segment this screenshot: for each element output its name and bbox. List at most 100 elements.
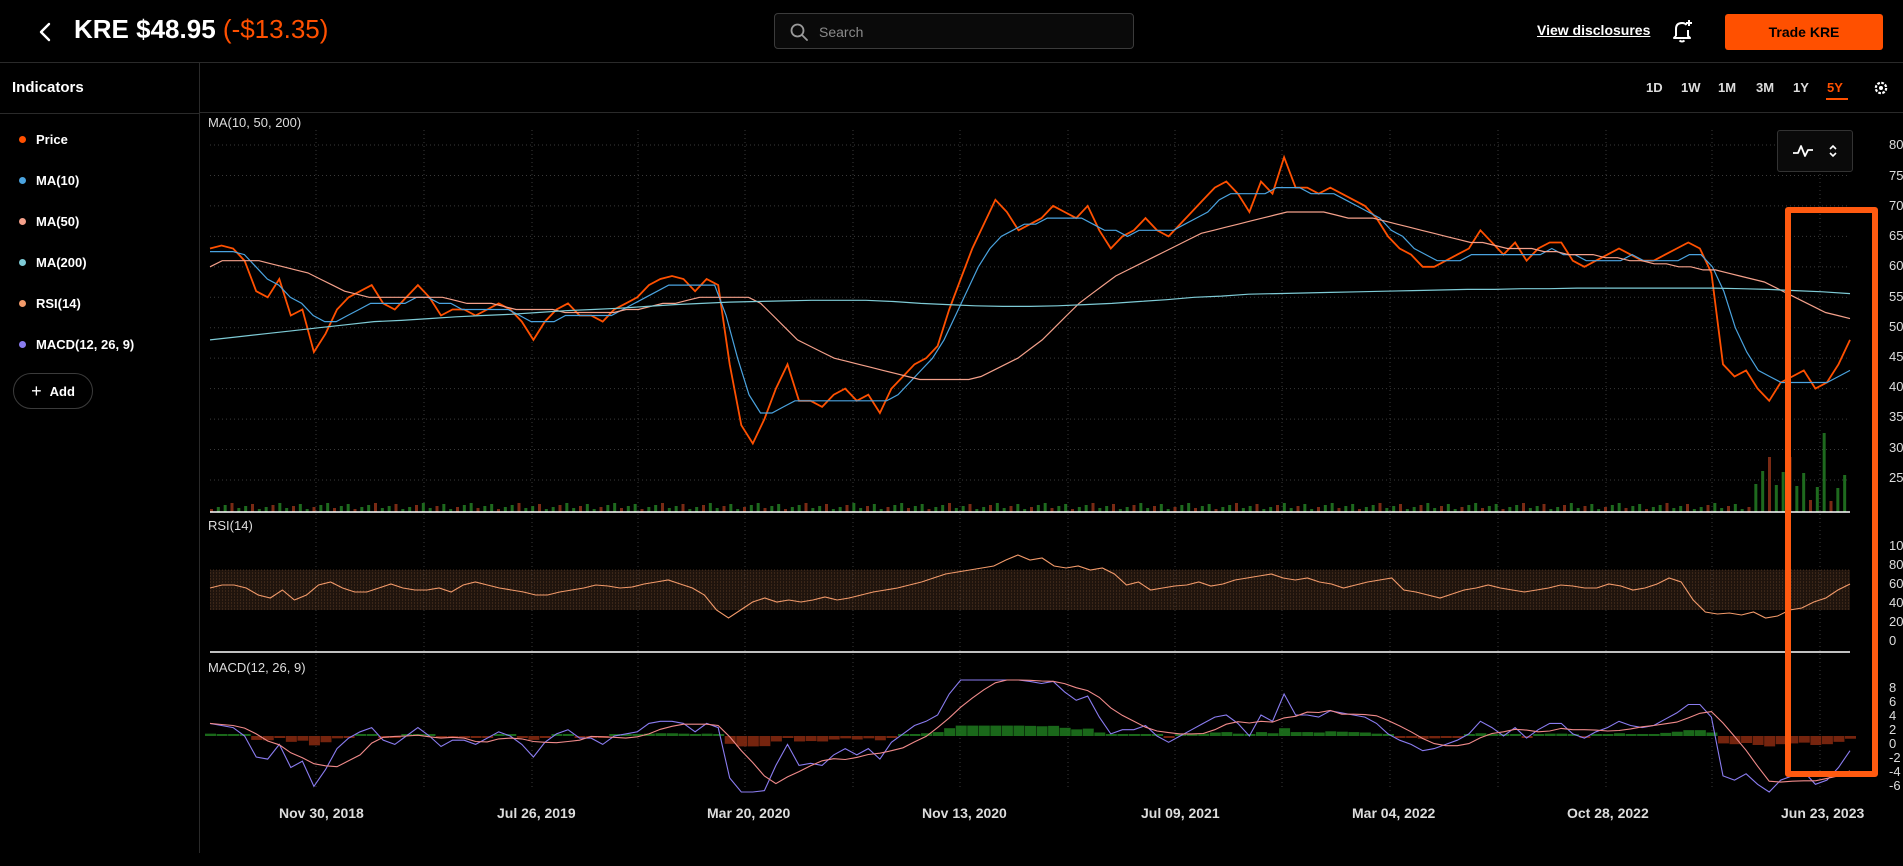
volume-bar <box>1235 503 1238 512</box>
macd-histogram-bar <box>1313 732 1325 736</box>
macd-histogram-bar <box>1752 736 1764 745</box>
volume-bar <box>1467 505 1471 512</box>
macd-histogram-bar <box>216 734 228 736</box>
macd-histogram-bar <box>320 736 332 743</box>
volume-bar <box>558 505 562 512</box>
macd-histogram-bar <box>539 736 551 738</box>
volume-bar <box>1426 503 1430 512</box>
volume-bar <box>654 505 658 512</box>
volume-bar <box>661 503 664 512</box>
macd-histogram-bar <box>1533 734 1545 736</box>
volume-bar <box>1487 506 1491 512</box>
macd-histogram-bar <box>990 725 1002 736</box>
volume-bar <box>1665 503 1669 512</box>
volume-bar <box>1112 504 1115 512</box>
volume-bar <box>968 504 972 512</box>
volume-bar <box>1686 504 1689 512</box>
macd-histogram-bar <box>1845 736 1856 739</box>
macd-histogram-bar <box>1683 730 1695 736</box>
volume-bar <box>551 507 555 512</box>
volume-bar <box>920 504 924 512</box>
macd-histogram-bar <box>516 736 528 738</box>
volume-bar <box>1638 504 1642 512</box>
volume-bar <box>1569 503 1573 512</box>
volume-bar <box>982 507 986 512</box>
volume-bar <box>1303 504 1307 512</box>
volume-bar <box>1781 472 1785 512</box>
volume-bar <box>292 506 295 512</box>
volume-bar <box>1323 505 1327 512</box>
volume-bar <box>626 506 630 512</box>
volume-bar <box>367 505 371 512</box>
volume-bar <box>271 505 275 512</box>
volume-bar <box>1590 504 1594 512</box>
macd-histogram-bar <box>1071 729 1083 736</box>
price-y-tick: 45 <box>1889 349 1903 364</box>
macd-histogram-bar <box>366 734 378 736</box>
volume-bar <box>1795 486 1799 512</box>
price-y-tick: 65 <box>1889 228 1903 243</box>
macd-histogram-bar <box>274 736 286 738</box>
volume-bar <box>1180 505 1184 512</box>
macd-panel-label: MACD(12, 26, 9) <box>208 660 306 675</box>
volume-bar <box>278 503 282 512</box>
volume-bar <box>934 507 938 512</box>
macd-histogram-bar <box>493 734 505 736</box>
volume-bar <box>1563 505 1566 512</box>
volume-bar <box>346 504 350 512</box>
volume-bar <box>825 504 828 512</box>
volume-bar <box>1269 507 1273 512</box>
volume-bar <box>394 504 398 512</box>
volume-bar <box>1446 504 1450 512</box>
chart-type-toggle[interactable] <box>1777 130 1853 172</box>
macd-histogram-bar <box>1013 725 1025 736</box>
macd-histogram-bar <box>713 734 725 736</box>
volume-bar <box>948 503 951 512</box>
price-y-tick: 25 <box>1889 470 1903 485</box>
volume-bar <box>1282 503 1286 512</box>
volume-bar <box>886 507 890 512</box>
volume-bar <box>1788 457 1792 512</box>
macd-histogram-bar <box>1775 736 1787 745</box>
volume-bar <box>490 504 494 512</box>
volume-bar <box>1474 503 1478 512</box>
macd-histogram-bar <box>1290 732 1302 736</box>
macd-histogram-bar <box>1440 736 1452 738</box>
volume-bar <box>319 505 323 512</box>
volume-bar <box>1542 504 1546 512</box>
volume-bar <box>1822 433 1826 512</box>
volume-bar <box>1460 507 1464 512</box>
macd-histogram-bar <box>932 732 944 736</box>
macd-histogram-bar <box>1336 731 1348 736</box>
volume-bar <box>462 505 466 512</box>
price-y-tick: 35 <box>1889 409 1903 424</box>
volume-bar <box>1364 507 1368 512</box>
volume-bar <box>647 507 651 512</box>
volume-bar <box>866 506 869 512</box>
macd-histogram-bar <box>736 736 748 747</box>
volume-bar <box>408 507 412 512</box>
volume-bar <box>1228 505 1232 512</box>
volume-bar <box>1515 505 1519 512</box>
rsi-y-tick: 40 <box>1889 595 1903 610</box>
volume-bar <box>387 506 391 512</box>
volume-bar <box>1494 504 1498 512</box>
volume-bar <box>1699 507 1703 512</box>
macd-histogram-bar <box>1798 736 1810 743</box>
volume-bar <box>298 504 302 512</box>
macd-histogram-bar <box>1279 728 1291 736</box>
volume-bar <box>1556 507 1560 512</box>
macd-histogram-bar <box>239 734 251 736</box>
volume-bar <box>1378 503 1382 512</box>
volume-bar <box>674 506 678 512</box>
volume-bar <box>1105 506 1109 512</box>
macd-histogram-bar <box>1810 736 1822 745</box>
macd-histogram-bar <box>1140 734 1152 736</box>
volume-bar <box>1535 506 1539 512</box>
volume-bar <box>1077 507 1081 512</box>
volume-bar <box>845 505 849 512</box>
macd-histogram-bar <box>1232 733 1244 736</box>
volume-bar <box>1631 506 1635 512</box>
volume-bar <box>1057 506 1061 512</box>
volume-bar <box>1351 504 1355 512</box>
